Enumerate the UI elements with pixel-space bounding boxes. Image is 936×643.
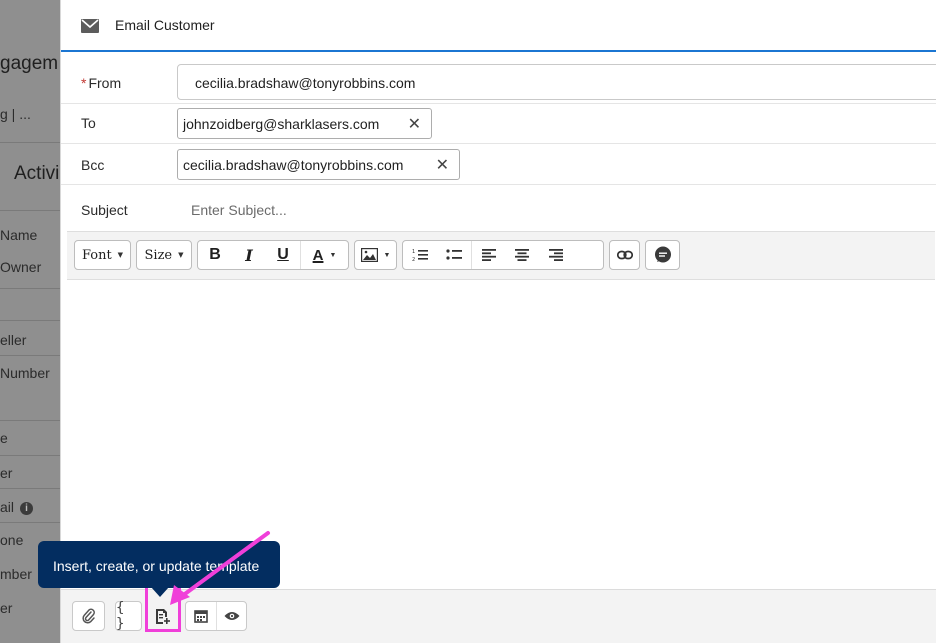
divider: [0, 488, 60, 489]
underline-button[interactable]: U: [266, 241, 300, 269]
paperclip-icon: [81, 608, 95, 624]
divider: [0, 288, 60, 289]
size-dropdown[interactable]: Size ▼: [136, 240, 192, 270]
bg-field-label: er: [0, 600, 13, 616]
insert-merge-field-button[interactable]: { }: [115, 600, 142, 632]
align-center-icon: [515, 249, 529, 261]
calendar-icon: [194, 610, 208, 623]
to-label: To: [81, 115, 96, 131]
close-icon[interactable]: ✕: [408, 114, 421, 134]
align-right-button[interactable]: [539, 241, 573, 269]
subject-label: Subject: [81, 202, 128, 218]
eye-icon: [224, 612, 239, 620]
text-format-group: B I U A ▼: [197, 240, 349, 270]
bg-activity-tab: Activi: [14, 163, 60, 184]
italic-button[interactable]: I: [232, 241, 266, 269]
font-dropdown[interactable]: Font ▼: [74, 240, 131, 270]
paragraph-group: 1 2: [402, 240, 604, 270]
to-recipient-pill[interactable]: johnzoidberg@sharklasers.com ✕: [177, 108, 432, 139]
bulleted-list-icon: [446, 249, 462, 260]
bulleted-list-button[interactable]: [437, 241, 471, 269]
align-right-icon: [549, 249, 563, 261]
comment-icon: [654, 246, 671, 263]
chevron-down-icon: ▼: [383, 251, 391, 259]
insert-image-button[interactable]: ▼: [354, 240, 397, 270]
chevron-down-icon: ▼: [329, 251, 337, 259]
numbered-list-icon: 1 2: [412, 249, 428, 262]
numbered-list-button[interactable]: 1 2: [403, 241, 437, 269]
divider: [0, 142, 60, 143]
from-label: * From: [81, 75, 122, 91]
bg-field-label: ail i: [0, 499, 34, 515]
insert-link-button[interactable]: [609, 240, 640, 270]
modal-title: Email Customer: [115, 17, 215, 33]
bg-field-label: eller: [0, 332, 27, 348]
divider: [0, 210, 60, 211]
image-icon: [360, 248, 378, 262]
align-left-icon: [481, 249, 496, 261]
attach-file-button[interactable]: [72, 601, 105, 631]
text-color-button[interactable]: A ▼: [300, 241, 348, 269]
divider: [0, 320, 60, 321]
bg-field-label: one: [0, 532, 24, 548]
rich-text-toolbar: Font ▼ Size ▼ B I U A ▼ ▼ 1 2: [67, 231, 935, 280]
align-left-button[interactable]: [471, 241, 505, 269]
align-center-button[interactable]: [505, 241, 539, 269]
chevron-down-icon: ▼: [178, 251, 184, 259]
from-field[interactable]: cecilia.bradshaw@tonyrobbins.com: [177, 64, 936, 100]
divider: [0, 420, 60, 421]
divider: [0, 522, 60, 523]
subject-input[interactable]: [189, 201, 789, 219]
close-icon[interactable]: ✕: [436, 155, 449, 175]
bold-button[interactable]: B: [198, 241, 232, 269]
bg-title-fragment: gagem: [0, 53, 59, 74]
info-icon: i: [20, 501, 34, 515]
required-marker: *: [81, 75, 87, 91]
bg-field-label: Name: [0, 227, 38, 243]
bg-field-label: Owner: [0, 259, 42, 275]
bcc-label: Bcc: [81, 157, 105, 173]
envelope-icon: [81, 19, 99, 33]
bg-field-label: Number: [0, 365, 50, 381]
modal-header: Email Customer: [61, 0, 936, 52]
svg-text:2: 2: [412, 257, 415, 262]
annotation-arrow-icon: [170, 531, 270, 605]
insert-date-button[interactable]: [186, 609, 216, 623]
bcc-recipient-pill[interactable]: cecilia.bradshaw@tonyrobbins.com ✕: [177, 149, 460, 180]
svg-text:1: 1: [412, 249, 415, 255]
divider: [0, 455, 60, 456]
link-icon: [616, 250, 633, 260]
comment-button[interactable]: [645, 240, 680, 270]
bg-subtitle-fragment: g | ...: [0, 106, 31, 122]
chevron-down-icon: ▼: [117, 251, 124, 259]
bg-field-label: mber: [0, 566, 32, 582]
bg-field-label: er: [0, 465, 13, 481]
bg-field-label: e: [0, 430, 8, 446]
divider: [0, 355, 60, 356]
